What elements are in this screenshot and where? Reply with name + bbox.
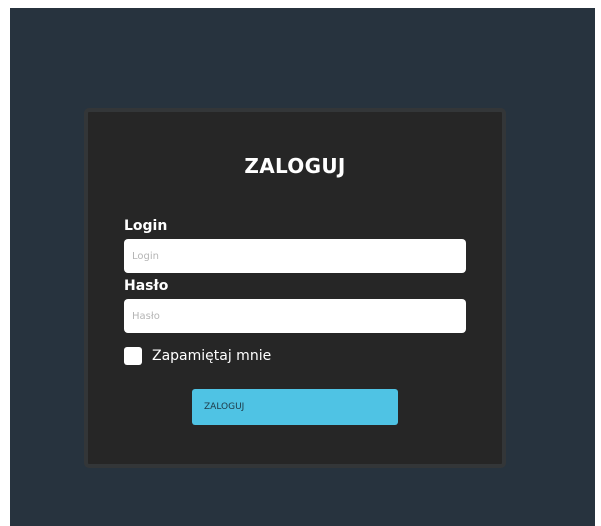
remember-me-label: Zapamiętaj mnie: [152, 348, 272, 364]
password-label: Hasło: [124, 278, 169, 294]
login-input[interactable]: [124, 239, 466, 273]
login-submit-button[interactable]: ZALOGUJ: [192, 389, 398, 425]
remember-me-checkbox[interactable]: [124, 347, 142, 365]
page-background: ZALOGUJ Login Hasło Zapamiętaj mnie ZALO…: [10, 8, 595, 526]
login-label: Login: [124, 218, 168, 234]
login-title: ZALOGUJ: [244, 154, 346, 178]
remember-me-toggle[interactable]: Zapamiętaj mnie: [124, 347, 271, 365]
login-card: ZALOGUJ Login Hasło Zapamiętaj mnie ZALO…: [84, 108, 506, 468]
password-input[interactable]: [124, 299, 466, 333]
